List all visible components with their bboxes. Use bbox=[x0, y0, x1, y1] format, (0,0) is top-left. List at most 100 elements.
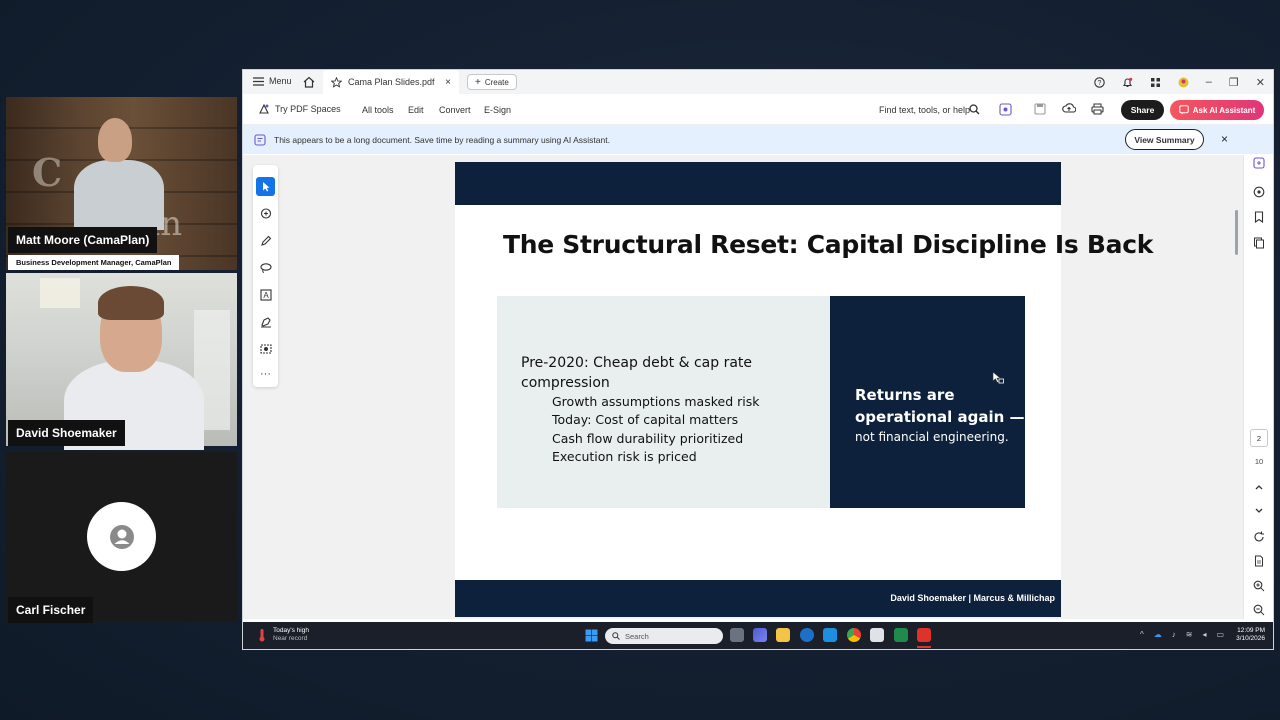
acrobat-icon[interactable] bbox=[917, 628, 931, 642]
camera-icon bbox=[259, 343, 272, 354]
save-icon[interactable] bbox=[1034, 103, 1046, 115]
chevron-up-icon[interactable]: ^ bbox=[1140, 630, 1144, 639]
draw-tool-button[interactable] bbox=[256, 258, 275, 277]
participant-name-tag: Carl Fischer bbox=[8, 597, 94, 623]
weather-widget[interactable]: Today's high Near record bbox=[256, 627, 309, 643]
hp-app-icon[interactable] bbox=[800, 628, 814, 642]
excel-icon[interactable] bbox=[894, 628, 908, 642]
restore-icon[interactable]: ❐ bbox=[1229, 76, 1239, 89]
ai-assistant-icon bbox=[1179, 105, 1189, 115]
text-tool-button[interactable]: A bbox=[256, 285, 275, 304]
participant-name-tag: Matt Moore (CamaPlan) bbox=[8, 227, 158, 253]
system-tray: ^ ☁ ♪ ≋ ◂ ▭ bbox=[1140, 630, 1224, 639]
svg-text:?: ? bbox=[1097, 80, 1101, 87]
search-icon[interactable] bbox=[969, 104, 980, 115]
create-label: Create bbox=[484, 77, 509, 87]
onedrive-icon[interactable]: ☁ bbox=[1154, 630, 1162, 639]
slide-title: The Structural Reset: Capital Discipline… bbox=[503, 230, 1154, 259]
battery-icon[interactable]: ▭ bbox=[1216, 630, 1224, 639]
pointer-icon bbox=[262, 182, 269, 192]
chrome-icon[interactable] bbox=[847, 628, 861, 642]
ask-ai-label: Ask AI Assistant bbox=[1192, 105, 1256, 115]
ai-panel-icon[interactable] bbox=[1253, 157, 1265, 169]
menu-label: Menu bbox=[269, 76, 292, 86]
page-number-input[interactable]: 2 bbox=[1250, 429, 1268, 447]
create-button[interactable]: + Create bbox=[467, 74, 517, 90]
chevron-down-icon[interactable] bbox=[1254, 507, 1264, 515]
total-pages: 10 bbox=[1254, 457, 1264, 466]
taskbar-clock[interactable]: 12:09 PM 3/10/2026 bbox=[1236, 627, 1265, 643]
vertical-scrollbar[interactable] bbox=[1235, 210, 1238, 255]
outlook-icon[interactable] bbox=[823, 628, 837, 642]
cloud-upload-icon[interactable] bbox=[1062, 102, 1076, 115]
avatar bbox=[87, 502, 156, 571]
microphone-icon[interactable]: ♪ bbox=[1172, 630, 1176, 639]
bookmark-icon[interactable] bbox=[1253, 211, 1265, 223]
menu-button[interactable]: Menu bbox=[253, 76, 292, 86]
share-button[interactable]: Share bbox=[1121, 100, 1164, 120]
minimize-icon[interactable]: – bbox=[1206, 76, 1212, 88]
pdf-page: The Structural Reset: Capital Discipline… bbox=[455, 162, 1153, 617]
comment-tool-button[interactable] bbox=[256, 204, 275, 223]
file-explorer-icon[interactable] bbox=[776, 628, 790, 642]
callout-subtext: not financial engineering. bbox=[855, 430, 1009, 444]
highlight-tool-button[interactable] bbox=[256, 231, 275, 250]
chevron-up-icon[interactable] bbox=[1254, 483, 1264, 491]
sub-bullet: Cash flow durability prioritized bbox=[552, 430, 744, 446]
close-banner-icon[interactable]: × bbox=[1221, 132, 1228, 146]
find-field[interactable]: Find text, tools, or help bbox=[879, 105, 970, 115]
volume-icon[interactable]: ◂ bbox=[1202, 630, 1206, 639]
weather-line: Near record bbox=[273, 635, 308, 642]
view-summary-button[interactable]: View Summary bbox=[1125, 129, 1204, 150]
all-tools-menu[interactable]: All tools bbox=[362, 105, 394, 115]
profile-icon[interactable] bbox=[1178, 77, 1189, 88]
acrobat-window: Menu Cama Plan Slides.pdf × + Create ? –… bbox=[243, 70, 1273, 649]
snapshot-tool-button[interactable] bbox=[256, 339, 275, 358]
fill-sign-tool-button[interactable] bbox=[256, 312, 275, 331]
convert-menu[interactable]: Convert bbox=[439, 105, 471, 115]
document-viewer[interactable]: A ··· The Structural Reset: Capital Disc… bbox=[243, 155, 1273, 619]
windows-start-icon[interactable] bbox=[585, 629, 598, 642]
taskbar-search[interactable]: Search bbox=[605, 628, 723, 644]
select-tool-button[interactable] bbox=[256, 177, 275, 196]
text-box-icon: A bbox=[259, 288, 272, 301]
windows-taskbar: Today's high Near record Search ^ ☁ ♪ ≋ … bbox=[243, 622, 1273, 649]
ai-summary-icon bbox=[254, 134, 266, 146]
print-icon[interactable] bbox=[1091, 103, 1104, 115]
notifications-icon[interactable] bbox=[1122, 77, 1133, 88]
ai-tools-icon[interactable] bbox=[999, 103, 1012, 116]
close-tab-icon[interactable]: × bbox=[445, 77, 451, 88]
right-sidebar: 2 10 bbox=[1243, 155, 1273, 619]
task-view-icon[interactable] bbox=[730, 628, 744, 642]
help-icon[interactable]: ? bbox=[1094, 76, 1105, 88]
document-tab[interactable]: Cama Plan Slides.pdf × bbox=[323, 70, 459, 94]
zoom-in-icon[interactable] bbox=[1253, 580, 1265, 592]
zoom-out-icon[interactable] bbox=[1253, 604, 1265, 616]
hamburger-icon bbox=[253, 76, 264, 86]
try-spaces-button[interactable]: Try PDF Spaces bbox=[258, 103, 341, 115]
quick-tools-rail: A ··· bbox=[253, 165, 278, 387]
rotate-icon[interactable] bbox=[1253, 531, 1265, 543]
edit-menu[interactable]: Edit bbox=[408, 105, 424, 115]
sub-bullet: Execution risk is priced bbox=[552, 448, 697, 464]
ask-ai-assistant-button[interactable]: Ask AI Assistant bbox=[1170, 100, 1264, 120]
pages-icon[interactable] bbox=[1253, 237, 1265, 249]
teams-icon[interactable] bbox=[753, 628, 767, 642]
home-icon[interactable] bbox=[303, 76, 315, 88]
signature-pen-icon bbox=[260, 316, 271, 327]
participant-hair bbox=[98, 286, 164, 320]
slide-footer-bar: David Shoemaker | Marcus & Millichap bbox=[455, 580, 1061, 617]
sub-bullet: Today: Cost of capital matters bbox=[552, 412, 739, 428]
clock-date: 3/10/2026 bbox=[1236, 635, 1265, 642]
close-window-icon[interactable]: ✕ bbox=[1256, 76, 1265, 89]
star-icon[interactable] bbox=[331, 76, 342, 88]
page-fit-icon[interactable] bbox=[1253, 555, 1265, 567]
add-comment-icon bbox=[260, 207, 271, 219]
calendar-app-icon[interactable] bbox=[870, 628, 884, 642]
esign-menu[interactable]: E-Sign bbox=[484, 105, 511, 115]
wifi-icon[interactable]: ≋ bbox=[1186, 630, 1193, 639]
apps-icon[interactable] bbox=[1150, 77, 1161, 88]
comments-icon[interactable] bbox=[1253, 186, 1265, 198]
more-tools-icon[interactable]: ··· bbox=[256, 364, 275, 383]
callout-panel: Returns are operational again — not fina… bbox=[830, 296, 1025, 508]
